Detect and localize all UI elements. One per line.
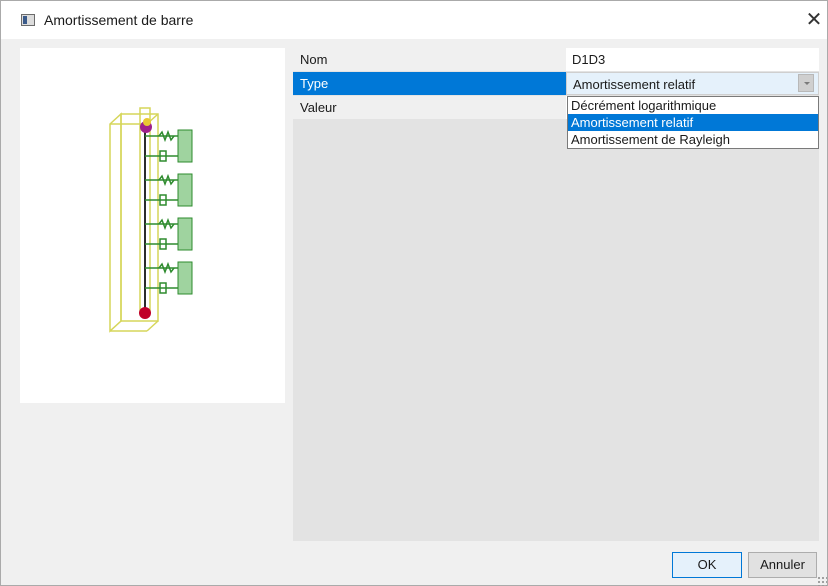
resize-grip-icon[interactable] [817, 576, 827, 586]
dialog-window: Amortissement de barre ✕ Nom D1D3 Type A… [0, 0, 828, 586]
window-app-icon [21, 14, 35, 26]
dropdown-option-selected[interactable]: Amortissement relatif [568, 114, 818, 131]
name-field[interactable]: D1D3 [566, 48, 819, 71]
property-label: Nom [293, 48, 566, 71]
window-title: Amortissement de barre [44, 12, 194, 28]
ok-button[interactable]: OK [672, 552, 742, 578]
cancel-button[interactable]: Annuler [748, 552, 817, 578]
close-icon[interactable]: ✕ [801, 7, 827, 33]
type-select[interactable]: Amortissement relatif [566, 72, 819, 95]
property-label: Valeur [293, 96, 566, 119]
title-bar: Amortissement de barre ✕ [1, 1, 827, 39]
property-row-type[interactable]: Type Amortissement relatif [293, 72, 819, 95]
dropdown-option[interactable]: Amortissement de Rayleigh [568, 131, 818, 148]
property-row-nom: Nom D1D3 [293, 48, 819, 71]
property-label: Type [293, 72, 566, 95]
chevron-down-icon[interactable] [798, 74, 814, 92]
dropdown-option[interactable]: Décrément logarithmique [568, 97, 818, 114]
beam-springs-model-illustration [109, 107, 193, 333]
type-dropdown-list: Décrément logarithmique Amortissement re… [567, 96, 819, 149]
model-preview [20, 48, 285, 403]
